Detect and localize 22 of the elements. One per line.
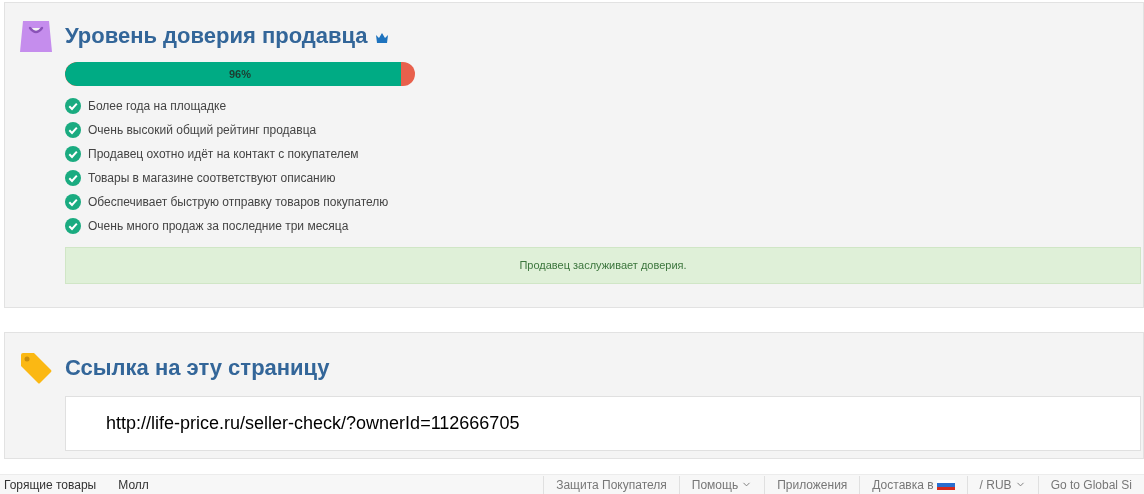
footer-link[interactable]: Молл [118, 475, 149, 494]
url-field[interactable]: http://life-price.ru/seller-check/?ownerId=112666705 [65, 396, 1141, 451]
footer-link[interactable]: Приложения [764, 475, 860, 494]
tag-icon [19, 351, 53, 385]
criterion-text: Продавец охотно идёт на контакт с покупателем [88, 146, 359, 163]
footer-link[interactable]: Горящие товары [4, 475, 97, 494]
criterion-text: Обеспечивает быструю отправку товаров покупателю [88, 194, 389, 211]
progress-reading: 96% [228, 66, 252, 82]
panel-title: Уровень доверия продавца [65, 22, 368, 50]
criterion-text: Очень много продаж за последние три месяца [88, 218, 349, 235]
footer-link[interactable]: Доставка в [859, 475, 967, 494]
verdict-banner: Продавец заслуживает доверия. [65, 247, 1141, 284]
footer-link[interactable]: Go to Global Si [1037, 475, 1144, 494]
flag-icon [936, 479, 955, 490]
footer-link[interactable]: Помощь [678, 475, 765, 494]
criterion-text: Очень высокий общий рейтинг продавца [88, 122, 317, 139]
shopping-bag-icon [19, 19, 53, 53]
panel-title: Ссылка на эту страницу [65, 354, 331, 382]
criterion-text: Более года на площадке [88, 98, 227, 115]
footer-link[interactable]: Защита Покупателя [543, 475, 679, 494]
footer-link[interactable]: / RUB [966, 475, 1038, 494]
criterion-text: Товары в магазине соответствуют описанию [88, 170, 336, 187]
